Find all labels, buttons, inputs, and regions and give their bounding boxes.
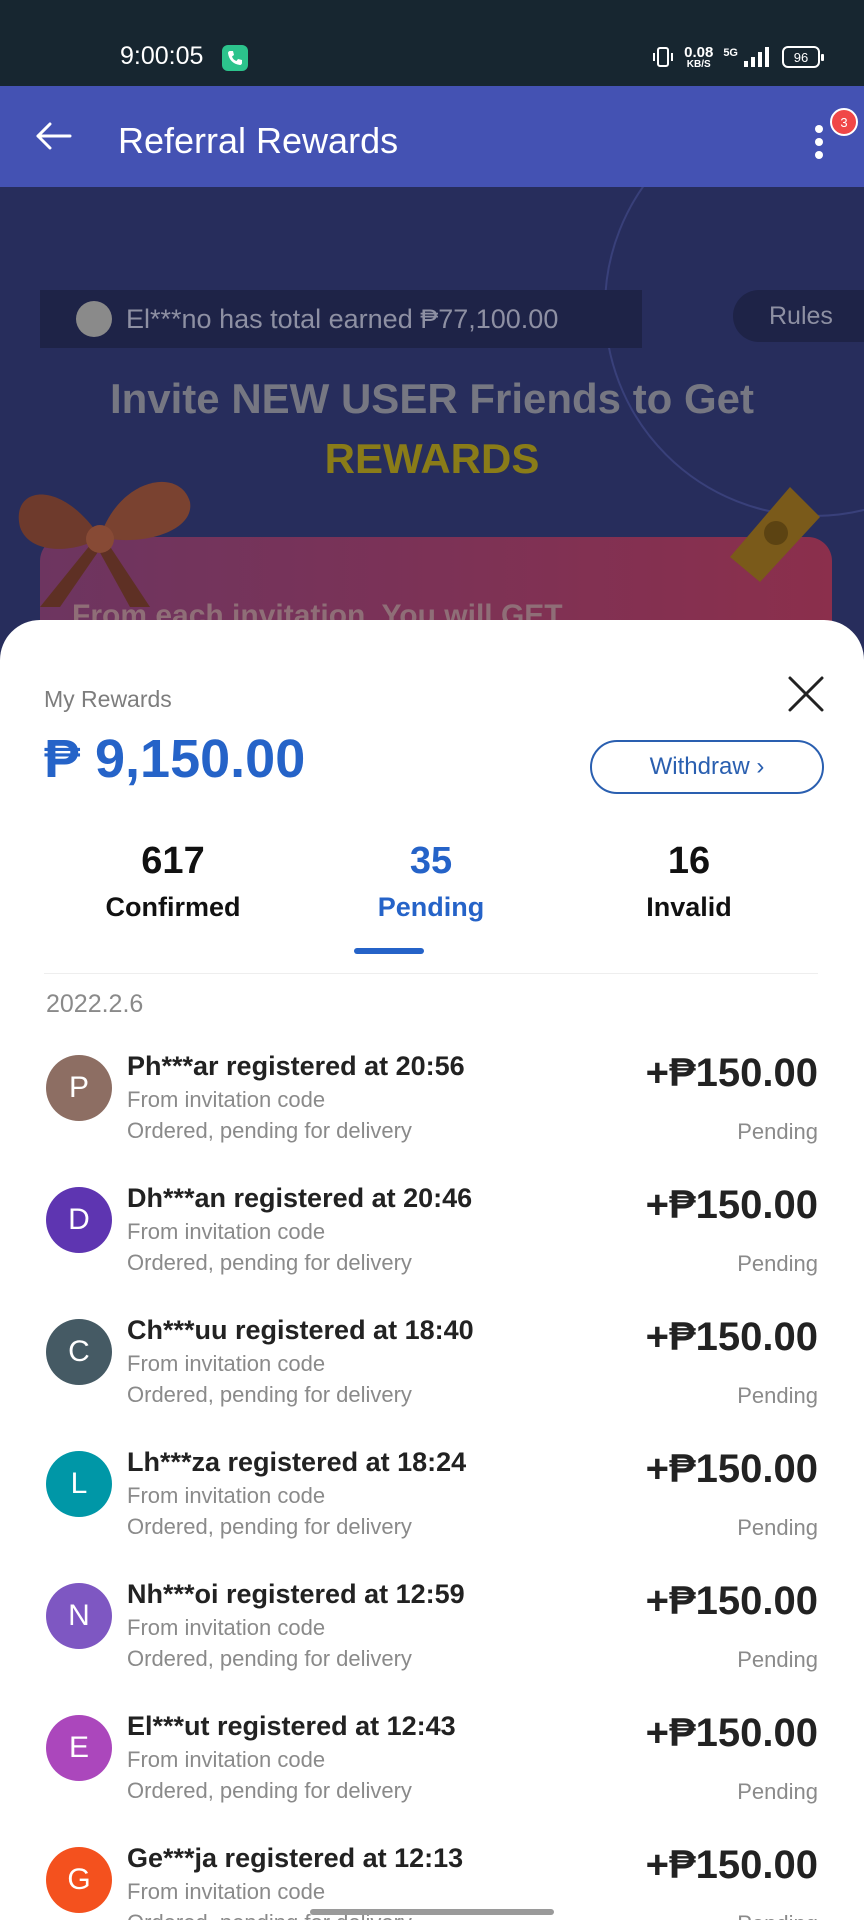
item-title: Dh***an registered at 20:46: [127, 1183, 473, 1213]
status-icons: 0.08 KB/S 5G 96: [652, 42, 824, 72]
list-item[interactable]: N Nh***oi registered at 12:59 From invit…: [0, 1579, 864, 1715]
reward-status-tabs: 617 Confirmed 35 Pending 16 Invalid: [44, 834, 818, 974]
list-item[interactable]: E El***ut registered at 12:43 From invit…: [0, 1711, 864, 1847]
item-source: From invitation code: [127, 1615, 326, 1640]
avatar: E: [46, 1715, 112, 1781]
app-bar: Referral Rewards 3: [0, 86, 864, 187]
notification-badge: 3: [830, 108, 858, 136]
banner-title: Invite NEW USER Friends to Get: [109, 375, 755, 422]
more-menu-icon[interactable]: [808, 122, 830, 162]
tab-label: Pending: [377, 892, 485, 922]
gift-bow-icon: [18, 481, 191, 607]
avatar: L: [46, 1451, 112, 1517]
item-title: El***ut registered at 12:43: [127, 1711, 456, 1741]
item-source: From invitation code: [127, 1483, 326, 1508]
battery-icon: 96: [782, 46, 824, 68]
tab-confirmed[interactable]: 617 Confirmed: [44, 834, 302, 923]
back-arrow-icon[interactable]: [34, 116, 74, 156]
item-status: Pending: [737, 1383, 818, 1408]
rules-button[interactable]: Rules: [733, 290, 864, 342]
home-indicator[interactable]: [310, 1909, 554, 1915]
item-title: Ch***uu registered at 18:40: [127, 1315, 474, 1345]
network-speed: 0.08 KB/S: [684, 45, 713, 70]
list-item[interactable]: C Ch***uu registered at 18:40 From invit…: [0, 1315, 864, 1451]
item-order-status: Ordered, pending for delivery: [127, 1382, 412, 1407]
phone-call-icon: [222, 45, 248, 71]
list-item[interactable]: L Lh***za registered at 18:24 From invit…: [0, 1447, 864, 1583]
item-status: Pending: [737, 1779, 818, 1804]
list-item[interactable]: P Ph***ar registered at 20:56 From invit…: [0, 1051, 864, 1187]
item-order-status: Ordered, pending for delivery: [127, 1646, 412, 1671]
item-status: Pending: [737, 1515, 818, 1540]
item-order-status: Ordered, pending for delivery: [127, 1778, 412, 1803]
status-bar: 9:00:05 0.08 KB/S 5G 96: [0, 0, 864, 86]
tab-invalid[interactable]: 16 Invalid: [560, 834, 818, 923]
item-amount: +₱150.00: [645, 1711, 818, 1755]
item-amount: +₱150.00: [645, 1843, 818, 1887]
item-title: Nh***oi registered at 12:59: [127, 1579, 465, 1609]
ticker-avatar: [76, 301, 112, 337]
item-order-status: Ordered, pending for delivery: [127, 1118, 412, 1143]
tab-label: Confirmed: [105, 892, 241, 922]
signal-icon: [744, 47, 769, 67]
item-order-status: Ordered, pending for delivery: [127, 1514, 412, 1539]
item-source: From invitation code: [127, 1219, 326, 1244]
tab-count: 617: [141, 840, 205, 882]
ticker-text: El***no has total earned ₱77,100.00: [126, 303, 559, 334]
network-type: 5G: [723, 47, 738, 59]
close-icon[interactable]: [786, 674, 826, 714]
item-source: From invitation code: [127, 1747, 326, 1772]
tab-pending[interactable]: 35 Pending: [302, 834, 560, 923]
item-amount: +₱150.00: [645, 1183, 818, 1227]
money-bill-icon: [730, 487, 820, 582]
tab-count: 16: [667, 840, 711, 882]
date-header: 2022.2.6: [46, 990, 144, 1018]
status-time: 9:00:05: [120, 42, 204, 70]
earnings-ticker: El***no has total earned ₱77,100.00: [40, 290, 642, 348]
item-source: From invitation code: [127, 1087, 326, 1112]
avatar: P: [46, 1055, 112, 1121]
item-source: From invitation code: [127, 1351, 326, 1376]
item-status: Pending: [737, 1251, 818, 1276]
rewards-sheet: My Rewards ₱ 9,150.00 Withdraw › 617 Con…: [0, 620, 864, 1920]
tab-count: 35: [409, 840, 453, 882]
rewards-amount: ₱ 9,150.00: [44, 729, 306, 789]
item-order-status: Ordered, pending for delivery: [127, 1250, 412, 1275]
item-status: Pending: [737, 1911, 818, 1920]
item-title: Lh***za registered at 18:24: [127, 1447, 467, 1477]
tab-label: Invalid: [646, 892, 732, 922]
item-title: Ge***ja registered at 12:13: [127, 1843, 464, 1873]
item-amount: +₱150.00: [645, 1447, 818, 1491]
network-speed-value: 0.08: [684, 43, 714, 61]
avatar: G: [46, 1847, 112, 1913]
avatar: N: [46, 1583, 112, 1649]
item-amount: +₱150.00: [645, 1579, 818, 1623]
withdraw-button[interactable]: Withdraw ›: [590, 740, 824, 794]
item-status: Pending: [737, 1647, 818, 1672]
item-title: Ph***ar registered at 20:56: [127, 1051, 465, 1081]
network-speed-unit: KB/S: [686, 58, 711, 70]
active-tab-indicator: [354, 948, 424, 954]
referral-banner: El***no has total earned ₱77,100.00 Rule…: [0, 187, 864, 687]
item-amount: +₱150.00: [645, 1315, 818, 1359]
vibrate-icon: [653, 47, 674, 67]
avatar: C: [46, 1319, 112, 1385]
avatar: D: [46, 1187, 112, 1253]
list-item[interactable]: D Dh***an registered at 20:46 From invit…: [0, 1183, 864, 1319]
item-amount: +₱150.00: [645, 1051, 818, 1095]
my-rewards-label: My Rewards: [44, 686, 172, 712]
item-source: From invitation code: [127, 1879, 326, 1904]
item-status: Pending: [737, 1119, 818, 1144]
page-title: Referral Rewards: [118, 120, 399, 161]
